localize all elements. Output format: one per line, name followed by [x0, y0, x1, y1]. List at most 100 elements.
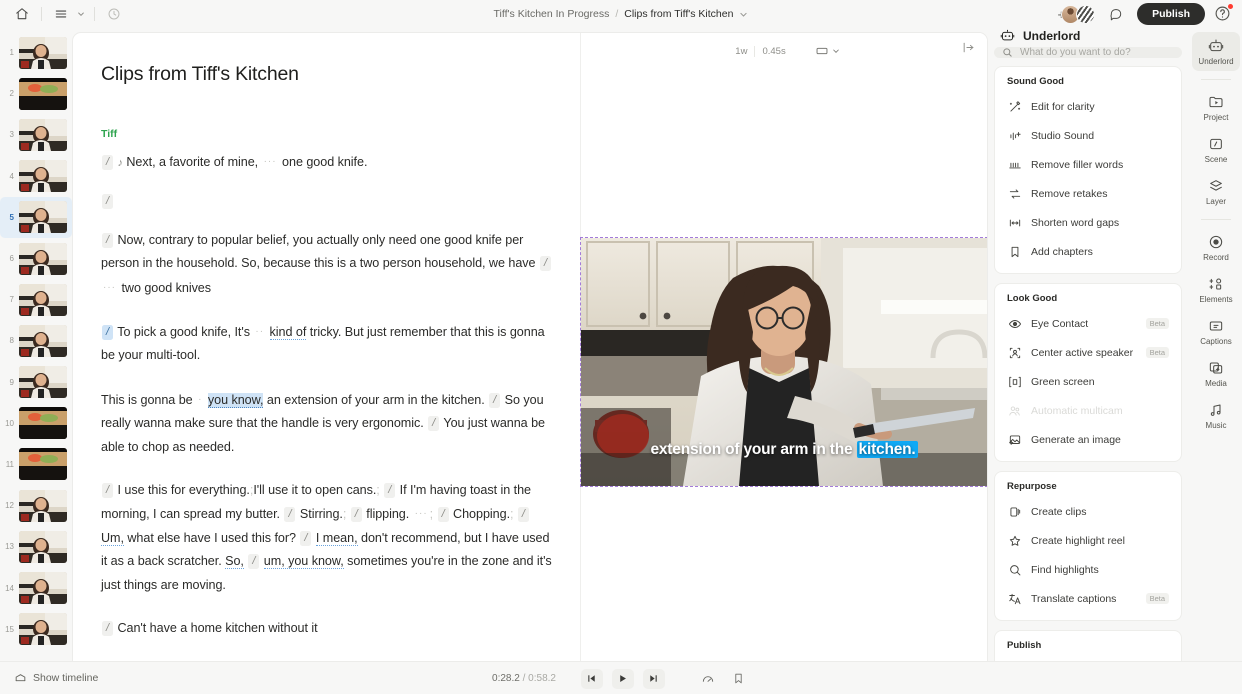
filler-word[interactable]: kind of: [269, 325, 306, 341]
transcript-paragraph-4[interactable]: / To pick a good knife, It's ·· kind of …: [101, 320, 554, 368]
playback-speed-button[interactable]: [697, 669, 719, 689]
filler-word-selected[interactable]: you know,: [207, 392, 263, 408]
scene-thumbnail-15[interactable]: 15: [0, 609, 72, 650]
filler-word[interactable]: I mean,: [315, 530, 358, 546]
rail-item-layer[interactable]: Layer: [1192, 172, 1240, 211]
cut-marker[interactable]: /: [539, 256, 551, 272]
underlord-action-create-highlight-reel[interactable]: Create highlight reel: [999, 526, 1177, 555]
comment-button[interactable]: [1104, 3, 1128, 25]
transcript-panel[interactable]: Clips from Tiff's Kitchen Tiff / ♪ Next,…: [73, 33, 581, 661]
underlord-action-find-highlights[interactable]: Find highlights: [999, 555, 1177, 584]
scene-thumbnail-4[interactable]: 4: [0, 156, 72, 197]
show-timeline-button[interactable]: Show timeline: [14, 672, 98, 685]
scene-thumbnail-3[interactable]: 3: [0, 114, 72, 155]
skip-next-button[interactable]: [642, 668, 665, 689]
panel-toggle-button[interactable]: [962, 41, 975, 54]
cut-marker[interactable]: /: [350, 507, 362, 523]
scene-thumbnail-10[interactable]: 10: [0, 403, 72, 444]
cut-marker[interactable]: /: [428, 416, 440, 432]
menu-button[interactable]: [49, 3, 73, 25]
speaker-label: Tiff: [101, 128, 118, 140]
transcript-paragraph-5[interactable]: This is gonna be · you know, an extensio…: [101, 388, 554, 459]
home-button[interactable]: [10, 3, 34, 25]
underlord-action-add-chapters[interactable]: Add chapters: [999, 237, 1177, 266]
cut-marker[interactable]: /: [284, 507, 296, 523]
history-button[interactable]: [102, 3, 126, 25]
cut-marker[interactable]: /: [102, 621, 114, 637]
underlord-action-create-clips[interactable]: Create clips: [999, 497, 1177, 526]
skip-previous-button[interactable]: [580, 668, 603, 689]
bookmark-button[interactable]: [728, 669, 750, 689]
underlord-action-edit-for-clarity[interactable]: Edit for clarity: [999, 92, 1177, 121]
rail-item-project[interactable]: Project: [1192, 88, 1240, 127]
underlord-action-generate-an-image[interactable]: Generate an image: [999, 425, 1177, 454]
scene-thumbnail-9[interactable]: 9: [0, 362, 72, 403]
underlord-action-shorten-word-gaps[interactable]: Shorten word gaps: [999, 208, 1177, 237]
aspect-ratio-button[interactable]: [815, 44, 840, 58]
publish-button[interactable]: Publish: [1137, 3, 1205, 25]
breadcrumb-current[interactable]: Clips from Tiff's Kitchen: [624, 8, 733, 20]
underlord-action-remove-filler-words[interactable]: Remove filler words: [999, 150, 1177, 179]
scene-thumbnail-1[interactable]: 1: [0, 32, 72, 73]
cut-marker[interactable]: /: [102, 194, 114, 210]
transcript-paragraph-2[interactable]: /: [101, 190, 554, 213]
transcript-paragraph-1[interactable]: / ♪ Next, a favorite of mine, ··· one go…: [101, 150, 554, 175]
breadcrumb-chevron-down-icon[interactable]: [739, 10, 748, 19]
underlord-panel[interactable]: Underlord Sound Good Edit for clarity Stud…: [988, 28, 1190, 661]
underlord-action-studio-sound[interactable]: Studio Sound: [999, 121, 1177, 150]
sound-wave-icon: [1007, 129, 1022, 143]
filler-word[interactable]: Um,: [101, 530, 124, 546]
filler-word[interactable]: um, you know,: [263, 554, 344, 570]
rail-item-media[interactable]: Media: [1192, 354, 1240, 393]
menu-chevron-button[interactable]: [75, 3, 87, 25]
rail-item-captions[interactable]: Captions: [1192, 312, 1240, 351]
underlord-action-eye-contact[interactable]: Eye Contact Beta: [999, 309, 1177, 338]
cut-marker[interactable]: /: [300, 530, 312, 546]
rail-item-elements[interactable]: Elements: [1192, 270, 1240, 309]
rail-item-music[interactable]: Music: [1192, 396, 1240, 435]
cut-marker[interactable]: /: [102, 483, 114, 499]
transcript-paragraph-7[interactable]: / Can't have a home kitchen without it: [101, 617, 554, 640]
video-preview[interactable]: extension of your arm in the kitchen.: [580, 237, 987, 487]
cut-marker-selected[interactable]: /: [102, 325, 114, 341]
underlord-action-translate-captions[interactable]: Translate captions Beta: [999, 584, 1177, 613]
cut-marker[interactable]: /: [248, 554, 260, 570]
chevron-down-icon: [77, 10, 85, 18]
duration-chip[interactable]: 0.45s: [755, 44, 792, 59]
breadcrumb-project[interactable]: Tiff's Kitchen In Progress: [494, 8, 610, 20]
underlord-search[interactable]: [994, 47, 1182, 58]
underlord-action-remove-retakes[interactable]: Remove retakes: [999, 179, 1177, 208]
scene-thumbnail-6[interactable]: 6: [0, 238, 72, 279]
scene-thumbnail-12[interactable]: 12: [0, 485, 72, 526]
cut-marker[interactable]: /: [437, 507, 449, 523]
cut-marker[interactable]: /: [102, 155, 114, 170]
tool-rail[interactable]: Underlord Project Scene Layer Record Elements…: [1190, 28, 1242, 661]
filler-word[interactable]: So,: [225, 554, 244, 570]
scene-thumbnail-2[interactable]: 2: [0, 73, 72, 114]
scene-thumbnail-13[interactable]: 13: [0, 526, 72, 567]
play-button[interactable]: [611, 668, 634, 689]
cut-marker[interactable]: /: [489, 392, 501, 408]
avatar-2[interactable]: [1076, 4, 1096, 24]
collaborators[interactable]: +: [1057, 4, 1096, 24]
underlord-action-center-active-speaker[interactable]: Center active speaker Beta: [999, 338, 1177, 367]
scene-thumbnail-14[interactable]: 14: [0, 567, 72, 608]
scene-thumbnail-8[interactable]: 8: [0, 320, 72, 361]
cut-marker[interactable]: /: [384, 483, 396, 499]
rail-item-scene[interactable]: Scene: [1192, 130, 1240, 169]
scene-thumbnail-rail[interactable]: 1 2 3 4 5 6 7 8 9 10 11 12 13 14 15: [0, 28, 72, 661]
cut-marker[interactable]: /: [517, 507, 529, 523]
help-button[interactable]: [1214, 4, 1233, 23]
action-label: Add chapters: [1031, 245, 1093, 258]
rail-item-underlord[interactable]: Underlord: [1192, 32, 1240, 71]
transcript-paragraph-6[interactable]: / I use this for everything.;I'll use it…: [101, 479, 554, 597]
rail-item-record[interactable]: Record: [1192, 228, 1240, 267]
zoom-level-chip[interactable]: 1w: [728, 44, 754, 59]
scene-thumbnail-5[interactable]: 5: [0, 196, 72, 238]
underlord-action-green-screen[interactable]: Green screen: [999, 367, 1177, 396]
transcript-paragraph-3[interactable]: / Now, contrary to popular belief, you a…: [101, 229, 554, 300]
cut-marker[interactable]: /: [102, 232, 114, 248]
search-input[interactable]: [1020, 47, 1174, 58]
scene-thumbnail-7[interactable]: 7: [0, 279, 72, 320]
scene-thumbnail-11[interactable]: 11: [0, 444, 72, 485]
